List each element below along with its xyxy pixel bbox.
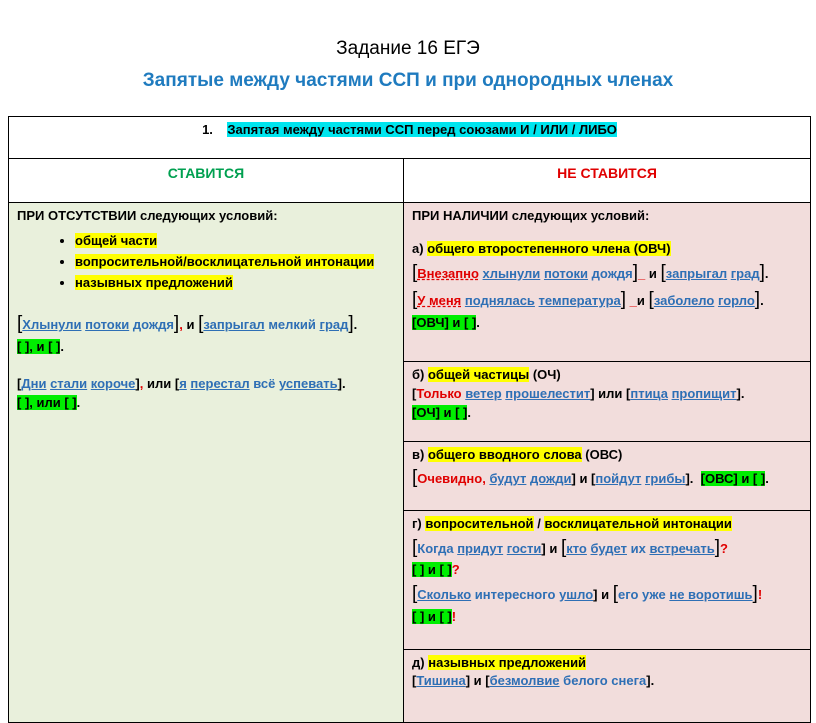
d-scheme-2: [ ] и [ ]! — [412, 608, 457, 624]
cell-a: ПРИ НАЛИЧИИ следующих условий: а) общего… — [403, 201, 811, 363]
conditions-list: общей части вопросительной/восклицательн… — [17, 232, 395, 293]
cell-e: д) назывных предложений [Тишина] и [безм… — [403, 648, 811, 723]
d-example-2: [Сколько интересного ушло] и [его уже не… — [412, 583, 763, 605]
page-subtitle: Запятые между частями ССП и при однородн… — [142, 70, 674, 91]
left-example-1: [Хлынули потоки дождя], и [запрыгал мелк… — [17, 313, 358, 335]
cell-b: б) общей частицы (ОЧ) [Только ветер прош… — [403, 361, 811, 442]
cond-b: б) общей частицы (ОЧ) — [412, 367, 561, 383]
a-scheme: [ОВЧ] и [ ]. — [412, 314, 480, 330]
rule-heading: 1. Запятая между частями ССП перед союза… — [8, 116, 811, 159]
c-example: [Очевидно, будут дожди] и [пойдут грибы]… — [412, 467, 769, 489]
condition-item: назывных предложений — [75, 274, 395, 293]
left-example-2: [Дни стали короче], или [я перестал всё … — [17, 375, 346, 391]
condition-item: вопросительной/восклицательной интонации — [75, 253, 395, 272]
rule-text: Запятая между частями ССП перед союзами … — [227, 122, 617, 137]
cell-c: в) общего вводного слова (ОВС) [Очевидно… — [403, 440, 811, 511]
left-intro: ПРИ ОТСУТСТВИИ следующих условий: — [17, 208, 278, 223]
cond-d: г) вопросительной / восклицательной инто… — [412, 515, 732, 531]
d-scheme-1: [ ] и [ ]? — [412, 562, 460, 578]
cell-d: г) вопросительной / восклицательной инто… — [403, 509, 811, 650]
a-example-2: [У меня поднялась температура] _и [забол… — [412, 289, 764, 311]
header-placed: СТАВИТСЯ — [8, 158, 404, 203]
right-intro: ПРИ НАЛИЧИИ следующих условий: — [412, 208, 650, 223]
b-example: [Только ветер прошелестит] или [птица пр… — [412, 385, 745, 401]
cond-e: д) назывных предложений — [412, 654, 587, 670]
b-scheme: [ОЧ] и [ ]. — [412, 404, 472, 420]
condition-item: общей части — [75, 232, 395, 251]
page-title: Задание 16 ЕГЭ — [336, 38, 480, 59]
header-not-placed: НЕ СТАВИТСЯ — [403, 158, 811, 203]
cond-c: в) общего вводного слова (ОВС) — [412, 446, 623, 462]
e-example: [Тишина] и [безмолвие белого снега]. — [412, 673, 655, 689]
d-example-1: [Когда придут гости] и [кто будет их вст… — [412, 536, 728, 558]
rule-number: 1. — [202, 122, 213, 137]
left-scheme-2: [ ], или [ ]. — [17, 394, 81, 410]
rules-table: 1. Запятая между частями ССП перед союза… — [8, 116, 811, 723]
cond-a: а) общего второстепенного члена (ОВЧ) — [412, 240, 671, 256]
left-scheme-1: [ ], и [ ]. — [17, 338, 64, 354]
a-example-1: [Внезапно хлынули потоки дождя]_ и [запр… — [412, 261, 769, 283]
left-column: ПРИ ОТСУТСТВИИ следующих условий: общей … — [8, 202, 404, 723]
